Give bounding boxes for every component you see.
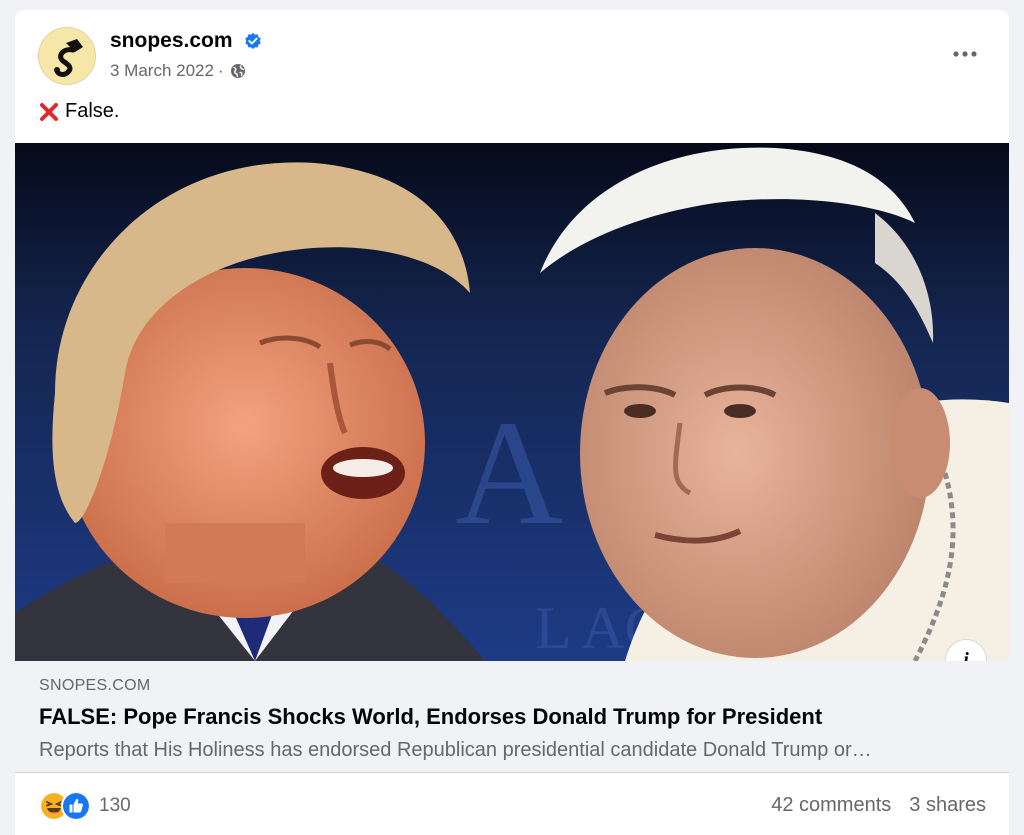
more-options-button[interactable] <box>941 36 989 72</box>
link-title[interactable]: FALSE: Pope Francis Shocks World, Endors… <box>39 704 822 730</box>
cross-mark-icon <box>40 102 58 121</box>
link-preview-image[interactable]: A C L ACT <box>15 143 1009 661</box>
comments-count-link[interactable]: 42 comments <box>771 794 891 817</box>
page-name-link[interactable]: snopes.com <box>110 29 233 53</box>
like-icon <box>61 791 91 821</box>
engagement-counts: 42 comments 3 shares <box>771 794 986 817</box>
post-meta: 3 March 2022 · <box>110 61 246 81</box>
reactions-summary[interactable]: 130 <box>39 791 131 821</box>
snopes-logo-icon <box>54 39 83 77</box>
link-preview-box[interactable]: SNOPES.COM FALSE: Pope Francis Shocks Wo… <box>15 661 1009 773</box>
link-description: Reports that His Holiness has endorsed R… <box>39 739 872 761</box>
post-date-link[interactable]: 3 March 2022 <box>110 61 214 81</box>
post-card: snopes.com 3 March 2022 · False. A C L A… <box>15 10 1009 835</box>
more-options-icon <box>953 51 977 57</box>
meta-separator: · <box>217 61 224 80</box>
preview-photo: A C L ACT <box>15 143 1009 661</box>
reaction-count: 130 <box>99 795 131 816</box>
shares-count-link[interactable]: 3 shares <box>909 794 986 817</box>
verified-badge-icon <box>245 32 261 49</box>
post-caption: False. <box>39 100 119 123</box>
page-avatar[interactable] <box>38 27 96 85</box>
globe-icon <box>230 64 245 78</box>
link-domain: SNOPES.COM <box>39 677 151 694</box>
caption-text: False. <box>65 100 120 122</box>
